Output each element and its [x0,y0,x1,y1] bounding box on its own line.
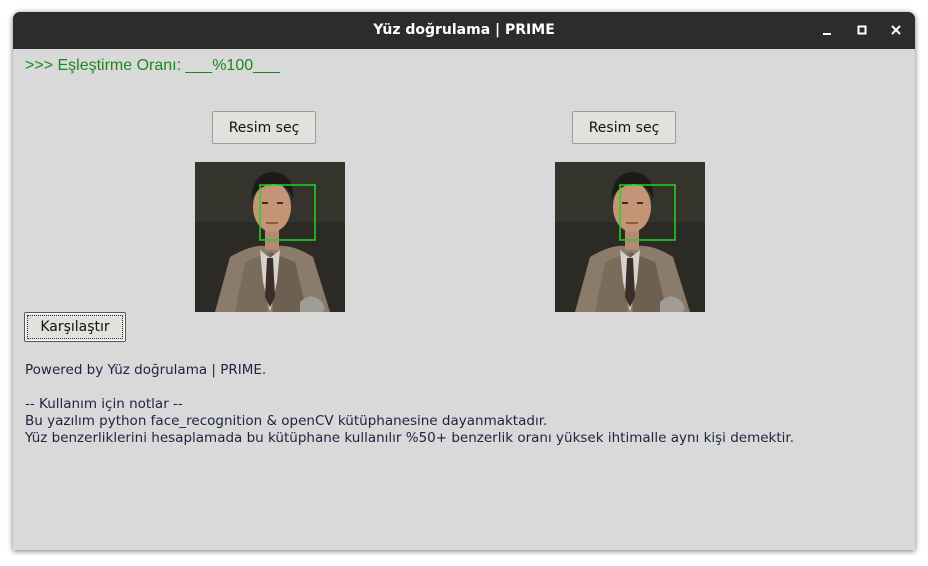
maximize-icon[interactable] [855,23,869,37]
powered-by-text: Powered by Yüz doğrulama | PRIME. [25,362,267,378]
note-line-2: Yüz benzerliklerini hesaplamada bu kütüp… [25,430,795,446]
select-right-image-button[interactable]: Resim seç [572,111,676,144]
title-bar[interactable]: Yüz doğrulama | PRIME [13,12,915,49]
main-content: >>> Eşleştirme Oranı: ___%100___ Resim s… [13,49,915,550]
select-left-image-button[interactable]: Resim seç [212,111,316,144]
app-window: Yüz doğrulama | PRIME >>> Eşleştirme Ora… [13,12,915,550]
close-icon[interactable] [889,23,903,37]
compare-button[interactable]: Karşılaştır [24,312,126,342]
note-line-1: Bu yazılım python face_recognition & ope… [25,413,548,429]
left-face-image [195,162,345,312]
window-title: Yüz doğrulama | PRIME [373,22,555,38]
notes-header: -- Kullanım için notlar -- [25,396,183,412]
minimize-icon[interactable] [820,23,834,37]
match-ratio-label: >>> Eşleştirme Oranı: ___%100___ [25,57,280,74]
right-face-image [555,162,705,312]
